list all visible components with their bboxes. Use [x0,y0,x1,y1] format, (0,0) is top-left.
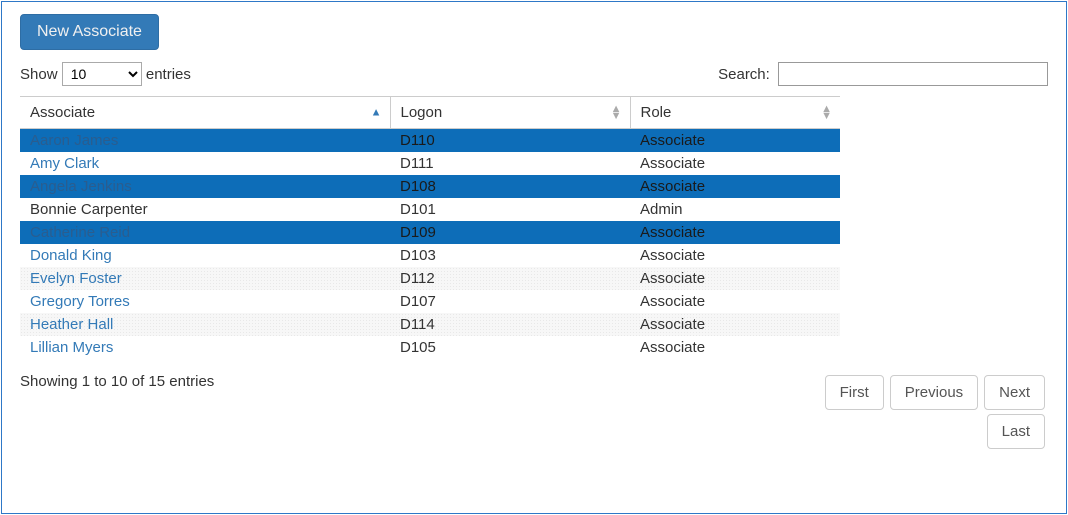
table-controls: Show 102550100 entries Search: [20,62,1048,86]
cell-role: Admin [630,198,840,221]
table-row[interactable]: Heather Hall D114Associate [20,313,840,336]
cell-logon: D109 [390,221,630,244]
cell-associate: Amy Clark [20,152,390,175]
page-previous-button[interactable]: Previous [890,375,978,410]
cell-logon: D105 [390,336,630,359]
associate-link[interactable]: Heather Hall [30,316,113,333]
associate-link[interactable]: Catherine Reid [30,224,130,241]
cell-logon: D101 [390,198,630,221]
cell-associate: Catherine Reid [20,221,390,244]
cell-role: Associate [630,336,840,359]
column-header-logon[interactable]: Logon ▲▼ [390,97,630,129]
cell-role: Associate [630,152,840,175]
cell-logon: D112 [390,267,630,290]
cell-associate: Gregory Torres [20,290,390,313]
table-info: Showing 1 to 10 of 15 entries [20,373,214,390]
entries-label: entries [146,66,191,83]
table-footer: Showing 1 to 10 of 15 entries First Prev… [20,373,1048,451]
table-row[interactable]: Donald King D103Associate [20,244,840,267]
column-header-logon-label: Logon [401,104,443,121]
table-row[interactable]: Gregory Torres D107Associate [20,290,840,313]
cell-logon: D103 [390,244,630,267]
new-associate-button[interactable]: New Associate [20,14,159,50]
column-header-associate[interactable]: Associate ▲▼ [20,97,390,129]
cell-role: Associate [630,175,840,198]
page-length-select[interactable]: 102550100 [62,62,142,86]
cell-associate: Lillian Myers [20,336,390,359]
column-header-role-label: Role [641,104,672,121]
column-header-role[interactable]: Role ▲▼ [630,97,840,129]
cell-role: Associate [630,313,840,336]
table-row[interactable]: Evelyn Foster D112Associate [20,267,840,290]
table-row[interactable]: Amy Clark D111Associate [20,152,840,175]
associate-link[interactable]: Amy Clark [30,155,99,172]
cell-logon: D110 [390,129,630,153]
associates-table: Associate ▲▼ Logon ▲▼ Role ▲▼ Aaron Jame… [20,96,840,359]
search-label: Search: [718,66,770,83]
cell-role: Associate [630,129,840,153]
cell-associate: Bonnie Carpenter [20,198,390,221]
cell-associate: Donald King [20,244,390,267]
cell-associate: Evelyn Foster [20,267,390,290]
associates-panel: New Associate Show 102550100 entries Sea… [1,1,1067,514]
show-label: Show [20,66,58,83]
page-last-button[interactable]: Last [987,414,1045,449]
associate-link[interactable]: Donald King [30,247,112,264]
sort-both-icon: ▲▼ [611,106,622,120]
associate-link[interactable]: Aaron James [30,132,118,149]
table-row[interactable]: Lillian Myers D105Associate [20,336,840,359]
cell-logon: D107 [390,290,630,313]
associate-link[interactable]: Angela Jenkins [30,178,132,195]
pagination: First Previous Next Last [758,373,1048,451]
cell-logon: D111 [390,152,630,175]
cell-role: Associate [630,244,840,267]
page-next-button[interactable]: Next [984,375,1045,410]
length-control: Show 102550100 entries [20,62,191,86]
table-row[interactable]: Angela Jenkins D108Associate [20,175,840,198]
column-header-associate-label: Associate [30,104,95,121]
table-row[interactable]: Aaron James D110Associate [20,129,840,153]
sort-asc-icon: ▲▼ [371,109,382,116]
cell-associate: Heather Hall [20,313,390,336]
cell-role: Associate [630,221,840,244]
search-input[interactable] [778,62,1048,86]
associate-link[interactable]: Gregory Torres [30,293,130,310]
associate-link[interactable]: Lillian Myers [30,339,113,356]
table-row[interactable]: Bonnie CarpenterD101Admin [20,198,840,221]
cell-logon: D108 [390,175,630,198]
cell-logon: D114 [390,313,630,336]
cell-role: Associate [630,267,840,290]
cell-associate: Angela Jenkins [20,175,390,198]
table-row[interactable]: Catherine Reid D109Associate [20,221,840,244]
page-first-button[interactable]: First [825,375,884,410]
associate-link[interactable]: Evelyn Foster [30,270,122,287]
search-control: Search: [718,62,1048,86]
sort-both-icon: ▲▼ [821,106,832,120]
cell-associate: Aaron James [20,129,390,153]
cell-role: Associate [630,290,840,313]
